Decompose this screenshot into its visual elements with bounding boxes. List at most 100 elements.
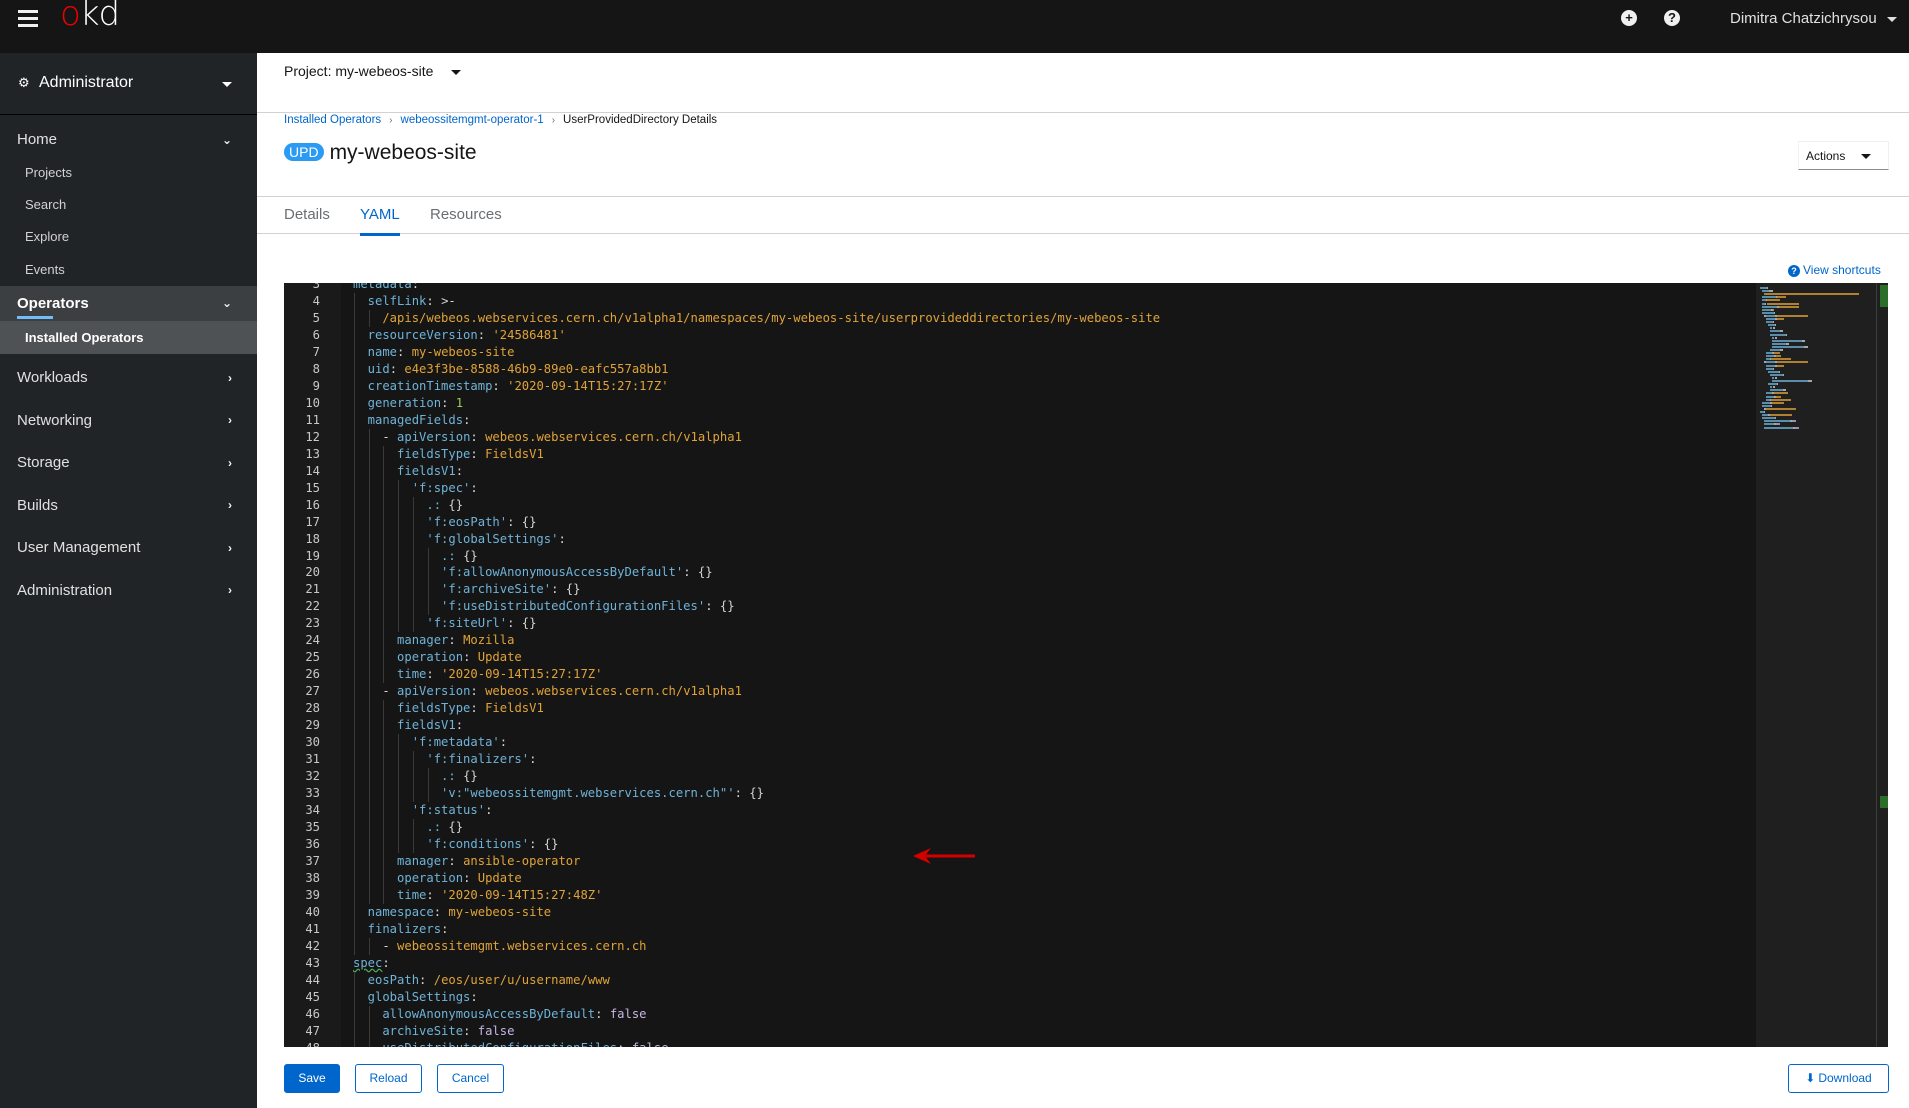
tab-resources[interactable]: Resources: [430, 206, 502, 223]
sidebar-section-builds[interactable]: Builds ›: [0, 484, 257, 527]
sidebar-item-projects[interactable]: Projects: [0, 157, 257, 189]
yaml-key: 'f:metadata': [353, 735, 500, 750]
sidebar-section-label: User Management: [17, 539, 141, 556]
line-number: 48: [284, 1040, 320, 1047]
sidebar-section-user-management[interactable]: User Management ›: [0, 527, 257, 569]
sidebar-item-label: Explore: [25, 229, 70, 244]
indent-guide: [368, 513, 370, 531]
actions-dropdown[interactable]: Actions: [1798, 141, 1889, 170]
minimap-line: [1770, 414, 1792, 417]
code-line: namespace: my-webeos-site: [353, 904, 551, 921]
code-line: 'f:useDistributedConfigurationFiles': {}: [353, 598, 735, 615]
yaml-key: namespace: [353, 904, 434, 919]
line-number: 5: [312, 310, 320, 325]
indent-guide: [354, 598, 355, 616]
sidebar-item-installed-operators[interactable]: Installed Operators: [0, 321, 257, 354]
yaml-punctuation: :: [426, 293, 442, 308]
indent-guide: [368, 547, 370, 565]
indent-guide: [383, 649, 385, 667]
yaml-string: Update: [477, 650, 522, 665]
code-line: - webeossitemgmt.webservices.cern.ch: [353, 938, 646, 955]
minimap-line: [1762, 417, 1775, 420]
line-number: 31: [305, 752, 320, 767]
yaml-number: 1: [455, 395, 464, 410]
tab-details[interactable]: Details: [284, 206, 330, 223]
indent-guide: [354, 700, 355, 718]
code-area[interactable]: metadata: selfLink: >- /apis/webeos.webs…: [341, 283, 1756, 1047]
scrollbar-thumb[interactable]: [1880, 285, 1888, 307]
sidebar-section-operators[interactable]: Operators ⌄: [0, 286, 257, 321]
tab-yaml[interactable]: YAML: [360, 206, 400, 236]
sidebar-section-networking[interactable]: Networking ›: [0, 399, 257, 442]
indent-guide: [354, 513, 355, 531]
sidebar-section-home[interactable]: Home ⌄: [0, 123, 257, 157]
code-line: .: {}: [353, 548, 478, 565]
yaml-punctuation: {}: [455, 548, 478, 563]
tab-label: Details: [284, 206, 330, 223]
indent-guide: [383, 530, 385, 548]
yaml-key: creationTimestamp: [353, 378, 493, 393]
minimap-line: [1772, 339, 1802, 342]
indent-guide: [354, 428, 355, 446]
sidebar-item-label: Search: [25, 197, 67, 212]
question-circle-icon[interactable]: ?: [1664, 10, 1680, 26]
indent-guide: [427, 581, 429, 599]
code-line: 'f:allowAnonymousAccessByDefault': {}: [353, 564, 713, 581]
minimap-line: [1764, 293, 1860, 296]
minimap-line: [1770, 386, 1772, 389]
minimap-line: [1808, 380, 1812, 382]
line-number: 20: [305, 565, 320, 580]
indent-guide: [412, 615, 414, 633]
yaml-editor[interactable]: 3 4 5 6 7 8 9 10 11 12 13 14 15 16 17 18 19 20 21 22 23 24 25 2…: [284, 283, 1888, 1047]
yaml-key: generation: [353, 395, 442, 410]
yaml-punctuation: :: [411, 283, 420, 291]
breadcrumb-operator[interactable]: webeossitemgmt-operator-1: [401, 114, 544, 126]
minimap-line: [1766, 321, 1774, 324]
editor-minimap[interactable]: [1756, 283, 1876, 1047]
line-number: 42: [305, 938, 320, 953]
indent-guide: [383, 802, 385, 820]
indent-guide: [383, 632, 385, 650]
reload-button[interactable]: Reload: [355, 1064, 422, 1093]
minimap-line: [1764, 426, 1793, 429]
save-button[interactable]: Save: [284, 1064, 340, 1093]
project-selector[interactable]: Project: my-webeos-site: [284, 63, 462, 79]
indent-guide: [383, 513, 385, 531]
minimap-line: [1762, 404, 1771, 407]
indent-guide: [368, 869, 370, 887]
indent-guide: [412, 564, 414, 582]
yaml-key: selfLink: [353, 293, 427, 308]
sidebar-item-explore[interactable]: Explore: [0, 221, 257, 253]
editor-scrollbar[interactable]: [1876, 283, 1888, 1047]
minimap-line: [1762, 290, 1770, 293]
yaml-key: uid: [353, 361, 390, 376]
sidebar-section-workloads[interactable]: Workloads ›: [0, 357, 257, 399]
line-number: 30: [305, 735, 320, 750]
indent-guide: [383, 547, 385, 565]
yaml-punctuation: >-: [441, 293, 456, 308]
code-line: fieldsType: FieldsV1: [353, 446, 544, 463]
okd-logo[interactable]: okd: [60, 0, 120, 34]
perspective-switcher[interactable]: ⚙ Administrator: [0, 53, 257, 115]
indent-guide: [354, 1039, 355, 1047]
indent-guide: [354, 581, 355, 599]
indent-guide: [368, 1022, 370, 1040]
download-icon: ⬇: [1805, 1071, 1816, 1085]
plus-circle-icon[interactable]: +: [1621, 10, 1637, 26]
sidebar-item-search[interactable]: Search: [0, 189, 257, 221]
download-button[interactable]: ⬇ Download: [1788, 1064, 1889, 1093]
breadcrumb-installed-operators[interactable]: Installed Operators: [284, 114, 381, 126]
view-shortcuts-link[interactable]: ? View shortcuts: [1788, 263, 1881, 277]
yaml-punctuation: {}: [441, 820, 464, 835]
line-number: 33: [305, 786, 320, 801]
hamburger-menu-icon[interactable]: [18, 10, 38, 28]
sidebar-section-storage[interactable]: Storage ›: [0, 442, 257, 484]
sidebar-section-administration[interactable]: Administration ›: [0, 569, 257, 612]
indent-guide: [354, 666, 355, 684]
minimap-line: [1770, 333, 1787, 336]
indent-guide: [368, 632, 370, 650]
user-menu[interactable]: Dimitra Chatzichrysou: [1730, 10, 1897, 27]
cancel-button[interactable]: Cancel: [437, 1064, 504, 1093]
sidebar-item-events[interactable]: Events: [0, 253, 257, 286]
yaml-key: useDistributedConfigurationFiles: [353, 1041, 617, 1047]
